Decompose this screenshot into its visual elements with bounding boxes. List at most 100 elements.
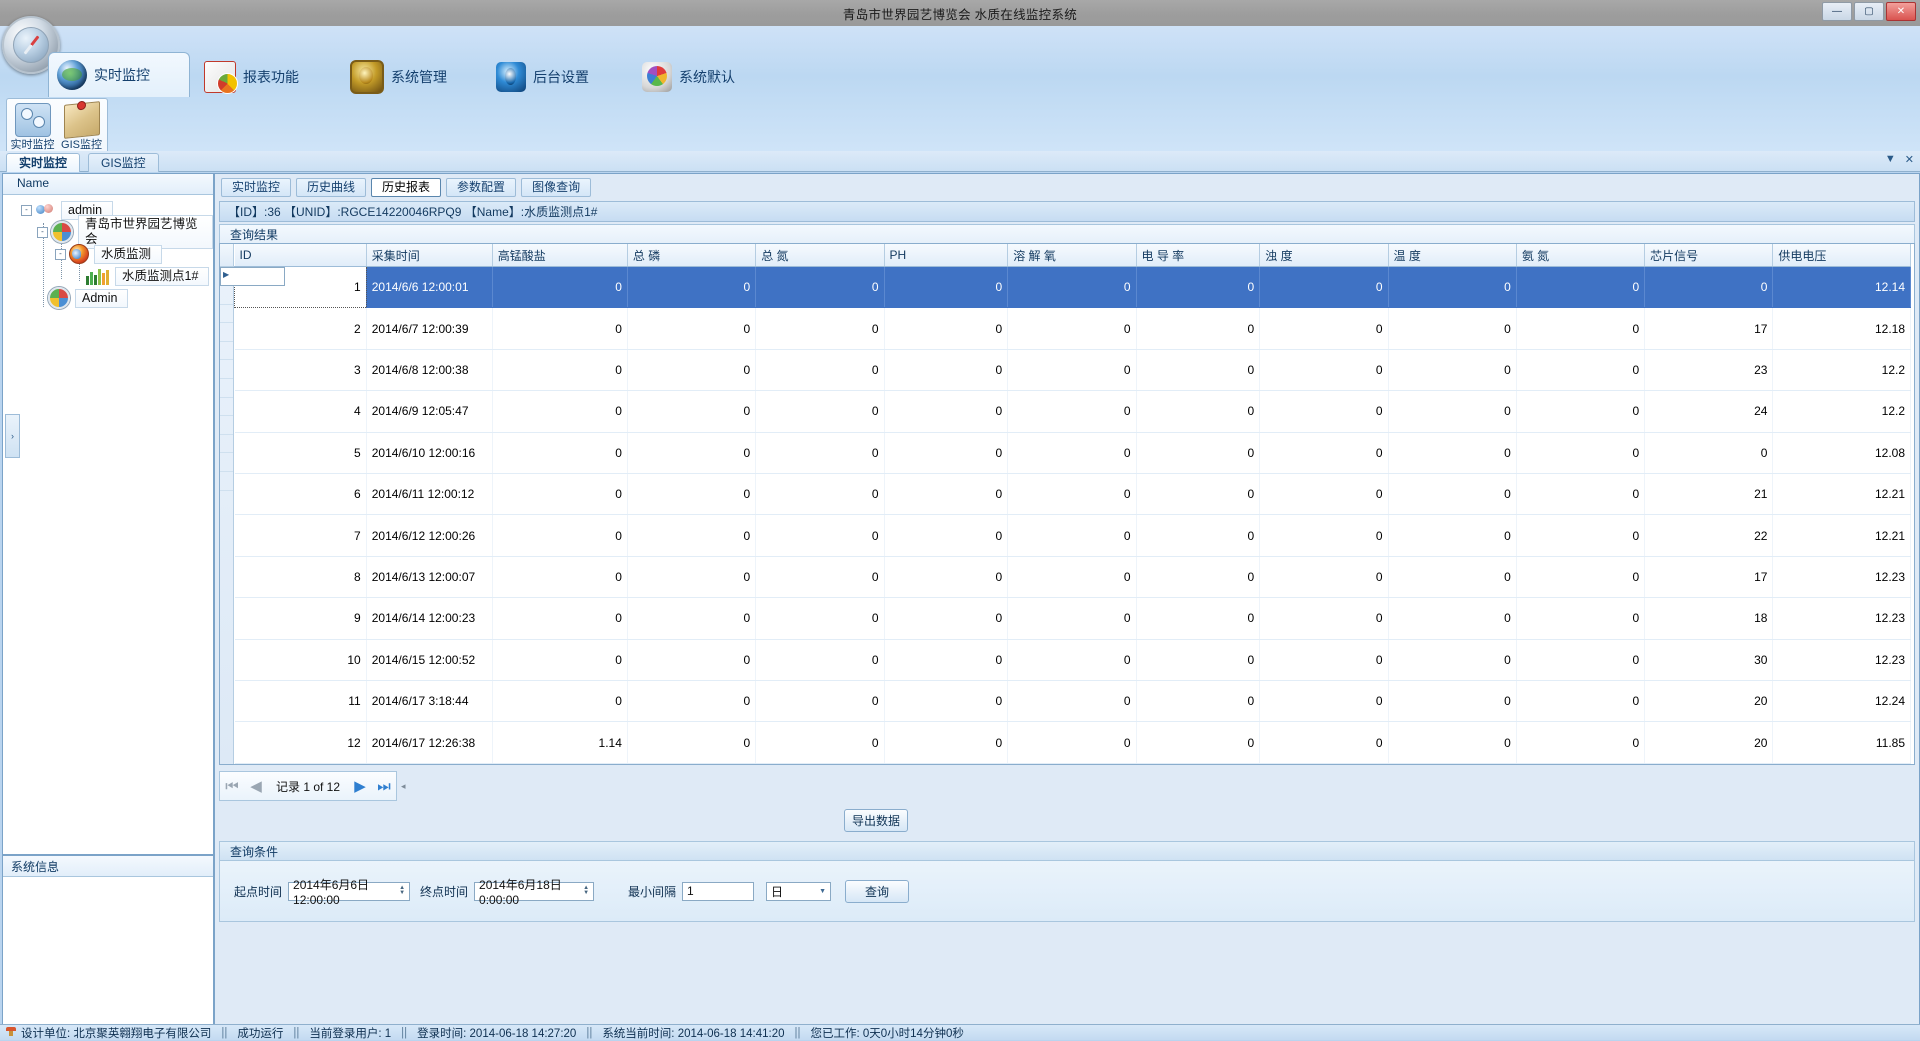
table-cell[interactable]: 0 — [1008, 598, 1136, 639]
table-cell[interactable]: 0 — [756, 349, 884, 390]
column-header[interactable]: 氨 氮 — [1516, 244, 1644, 267]
table-cell[interactable]: 0 — [1388, 391, 1516, 432]
table-cell[interactable]: 0 — [884, 391, 1008, 432]
table-cell[interactable]: 2014/6/8 12:00:38 — [366, 349, 492, 390]
table-cell[interactable]: 0 — [492, 474, 627, 515]
table-cell[interactable]: 0 — [884, 267, 1008, 308]
table-row[interactable]: 62014/6/11 12:00:120000000002112.21 — [235, 474, 1911, 515]
table-cell[interactable]: 23 — [1645, 349, 1773, 390]
table-cell[interactable]: 2014/6/11 12:00:12 — [366, 474, 492, 515]
table-cell[interactable]: 0 — [756, 722, 884, 764]
table-cell[interactable]: 0 — [1008, 474, 1136, 515]
row-selector-cell[interactable] — [220, 305, 233, 324]
table-cell[interactable]: 0 — [1008, 639, 1136, 680]
table-cell[interactable]: 0 — [1260, 681, 1388, 722]
table-cell[interactable]: 0 — [1136, 308, 1260, 349]
row-selector-cell[interactable] — [220, 342, 233, 361]
table-cell[interactable]: 0 — [492, 515, 627, 556]
table-cell[interactable]: 0 — [1516, 308, 1644, 349]
table-cell[interactable]: 0 — [756, 598, 884, 639]
table-cell[interactable]: 0 — [756, 308, 884, 349]
table-cell[interactable]: 0 — [1516, 598, 1644, 639]
table-cell[interactable]: 0 — [627, 391, 755, 432]
table-cell[interactable]: 2 — [235, 308, 367, 349]
table-cell[interactable]: 0 — [1388, 722, 1516, 764]
table-cell[interactable]: 0 — [884, 681, 1008, 722]
ribbon-tab-backend[interactable]: 后台设置 — [488, 56, 628, 97]
start-time-spinner[interactable]: ▲▼ — [399, 886, 405, 896]
table-cell[interactable]: 0 — [1008, 267, 1136, 308]
column-header[interactable]: 采集时间 — [366, 244, 492, 267]
table-cell[interactable]: 20 — [1645, 681, 1773, 722]
column-header[interactable]: 芯片信号 — [1645, 244, 1773, 267]
last-record-button[interactable]: ⏭ — [372, 773, 396, 799]
row-selector-cell[interactable] — [220, 472, 233, 491]
table-cell[interactable]: 0 — [492, 556, 627, 597]
table-cell[interactable]: 0 — [1008, 556, 1136, 597]
table-cell[interactable]: 0 — [1516, 515, 1644, 556]
table-cell[interactable]: 0 — [627, 681, 755, 722]
table-cell[interactable]: 17 — [1645, 556, 1773, 597]
table-cell[interactable]: 0 — [1388, 556, 1516, 597]
expander-icon[interactable]: - — [37, 227, 48, 238]
tree-item-expo[interactable]: - 青岛市世界园艺博览会 — [3, 221, 213, 243]
table-cell[interactable]: 0 — [1008, 515, 1136, 556]
table-cell[interactable]: 0 — [1136, 474, 1260, 515]
table-cell[interactable]: 0 — [1516, 556, 1644, 597]
table-cell[interactable]: 0 — [884, 432, 1008, 473]
table-cell[interactable]: 0 — [1260, 308, 1388, 349]
table-cell[interactable]: 12.21 — [1773, 515, 1911, 556]
column-header[interactable]: 溶 解 氧 — [1008, 244, 1136, 267]
table-cell[interactable]: 0 — [1260, 556, 1388, 597]
end-time-input[interactable]: 2014年6月18日 0:00:00 ▲▼ — [474, 882, 594, 901]
table-cell[interactable]: 12.18 — [1773, 308, 1911, 349]
ribbon-button-gis-monitor[interactable]: GIS监控 — [59, 103, 104, 151]
first-record-button[interactable]: ⏮ — [220, 773, 244, 799]
end-time-spinner[interactable]: ▲▼ — [583, 886, 589, 896]
table-cell[interactable]: 0 — [492, 432, 627, 473]
tree-item-water-quality[interactable]: - 水质监测 — [3, 243, 213, 265]
table-row[interactable]: 82014/6/13 12:00:070000000001712.23 — [235, 556, 1911, 597]
doc-tab-gis[interactable]: GIS监控 — [88, 153, 159, 172]
table-cell[interactable]: 17 — [1645, 308, 1773, 349]
table-cell[interactable]: 0 — [492, 639, 627, 680]
table-cell[interactable]: 9 — [235, 598, 367, 639]
table-cell[interactable]: 0 — [1388, 267, 1516, 308]
table-cell[interactable]: 7 — [235, 515, 367, 556]
table-cell[interactable]: 0 — [1136, 432, 1260, 473]
table-cell[interactable]: 0 — [1260, 432, 1388, 473]
table-row[interactable]: 32014/6/8 12:00:380000000002312.2 — [235, 349, 1911, 390]
table-cell[interactable]: 2014/6/15 12:00:52 — [366, 639, 492, 680]
table-cell[interactable]: 0 — [627, 598, 755, 639]
table-cell[interactable]: 0 — [884, 474, 1008, 515]
table-cell[interactable]: 6 — [235, 474, 367, 515]
table-cell[interactable]: 0 — [1008, 349, 1136, 390]
table-row[interactable]: 122014/6/17 12:26:381.14000000002011.85 — [235, 722, 1911, 764]
table-cell[interactable]: 12 — [235, 722, 367, 764]
table-cell[interactable]: 0 — [756, 267, 884, 308]
table-cell[interactable]: 0 — [1136, 267, 1260, 308]
table-cell[interactable]: 0 — [884, 639, 1008, 680]
table-cell[interactable]: 12.2 — [1773, 391, 1911, 432]
table-cell[interactable]: 20 — [1645, 722, 1773, 764]
table-cell[interactable]: 2014/6/10 12:00:16 — [366, 432, 492, 473]
column-header[interactable]: 供电电压 — [1773, 244, 1911, 267]
column-header[interactable]: 电 导 率 — [1136, 244, 1260, 267]
table-cell[interactable]: 0 — [884, 598, 1008, 639]
interval-input[interactable]: 1 — [682, 882, 754, 901]
table-cell[interactable]: 0 — [1136, 722, 1260, 764]
table-cell[interactable]: 0 — [1136, 391, 1260, 432]
table-cell[interactable]: 0 — [1136, 681, 1260, 722]
table-cell[interactable]: 12.23 — [1773, 598, 1911, 639]
table-cell[interactable]: 2014/6/12 12:00:26 — [366, 515, 492, 556]
table-cell[interactable]: 0 — [627, 515, 755, 556]
table-cell[interactable]: 0 — [756, 432, 884, 473]
table-cell[interactable]: 0 — [1008, 308, 1136, 349]
row-selector-cell[interactable] — [220, 379, 233, 398]
table-cell[interactable]: 0 — [884, 556, 1008, 597]
table-cell[interactable]: 2014/6/6 12:00:01 — [366, 267, 492, 308]
table-cell[interactable]: 0 — [884, 722, 1008, 764]
table-cell[interactable]: 0 — [1516, 722, 1644, 764]
ribbon-tab-report[interactable]: 报表功能 — [196, 56, 336, 97]
table-cell[interactable]: 0 — [492, 391, 627, 432]
